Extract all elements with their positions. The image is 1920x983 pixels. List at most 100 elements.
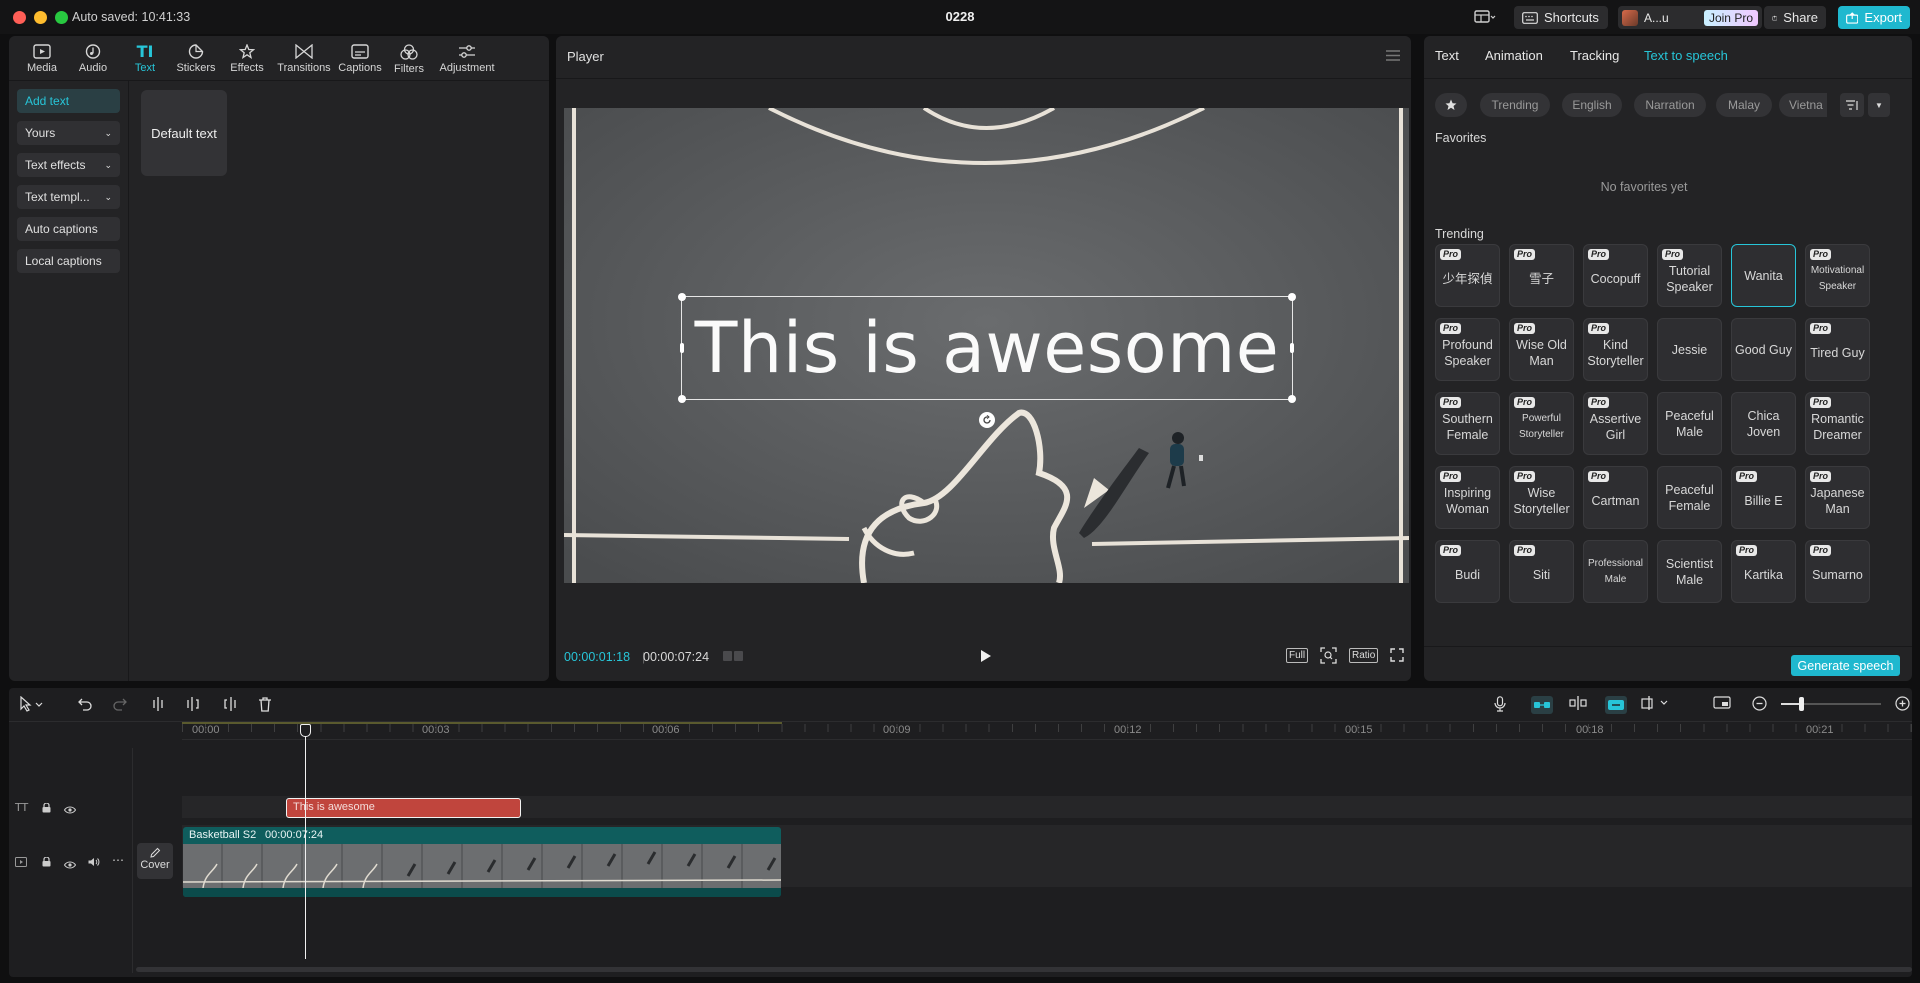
share-button[interactable]: Share [1764, 6, 1826, 29]
zoom-slider-thumb[interactable] [1799, 697, 1804, 711]
video-preview[interactable]: This is awesome [564, 108, 1409, 583]
shortcuts-button[interactable]: Shortcuts [1514, 6, 1608, 29]
text-selection-box[interactable]: This is awesome [678, 293, 1296, 403]
preview-window-icon[interactable] [1713, 696, 1731, 714]
tool-text[interactable]: TI Text [118, 44, 172, 75]
voice-card[interactable]: Scientist Male [1657, 540, 1722, 603]
voice-card[interactable]: Pro Wise Old Man [1509, 318, 1574, 381]
tool-captions[interactable]: Captions [333, 44, 387, 74]
split-left-icon[interactable] [187, 697, 201, 715]
voice-card[interactable]: Pro Cocopuff [1583, 244, 1648, 307]
filter-chip-malay[interactable]: Malay [1716, 93, 1772, 117]
sidebar-item-local-captions[interactable]: Local captions [17, 249, 120, 273]
voice-card[interactable]: Wanita [1731, 244, 1796, 307]
filter-chip-trending[interactable]: Trending [1480, 93, 1550, 117]
zoom-slider[interactable] [1781, 697, 1881, 711]
ratio-button[interactable]: Ratio [1349, 648, 1379, 663]
voice-card[interactable]: Pro Siti [1509, 540, 1574, 603]
voice-card[interactable]: Pro Inspiring Woman [1435, 466, 1500, 529]
linkage-icon[interactable] [1605, 696, 1627, 714]
filter-sort-button[interactable] [1840, 93, 1864, 117]
video-track-audio-icon[interactable] [88, 856, 100, 870]
tool-effects[interactable]: Effects [220, 44, 274, 74]
grid-icon[interactable] [723, 649, 743, 666]
redo-icon[interactable] [113, 697, 127, 715]
tool-media[interactable]: Media [15, 44, 69, 74]
sidebar-item-add-text[interactable]: Add text [17, 89, 120, 113]
playhead[interactable] [300, 724, 311, 959]
filter-chip-narration[interactable]: Narration [1634, 93, 1706, 117]
zoom-fit-icon[interactable] [1320, 647, 1337, 667]
voice-card[interactable]: Pro Sumarno [1805, 540, 1870, 603]
snap-icon[interactable] [1569, 696, 1587, 714]
resize-handle[interactable] [678, 395, 686, 403]
player-menu-icon[interactable] [1386, 50, 1400, 64]
favorites-filter-button[interactable] [1435, 93, 1467, 117]
split-icon[interactable] [151, 697, 165, 715]
resize-handle[interactable] [678, 293, 686, 301]
voice-card[interactable]: Pro Motivational Speaker [1805, 244, 1870, 307]
minimize-window-button[interactable] [34, 11, 47, 24]
video-clip[interactable]: Basketball S2 00:00:07:24 [183, 827, 781, 897]
rotate-icon[interactable] [979, 412, 995, 428]
voice-card[interactable]: Pro Cartman [1583, 466, 1648, 529]
voice-card[interactable]: Pro Billie E [1731, 466, 1796, 529]
cover-button[interactable]: Cover [137, 843, 173, 879]
voice-card[interactable]: Peaceful Male [1657, 392, 1722, 455]
zoom-out-icon[interactable] [1752, 696, 1767, 715]
voice-card[interactable]: Good Guy [1731, 318, 1796, 381]
tool-stickers[interactable]: Stickers [169, 44, 223, 74]
user-account[interactable]: A...u Join Pro [1618, 6, 1762, 29]
filter-chip-english[interactable]: English [1562, 93, 1622, 117]
voice-card[interactable]: Pro Southern Female [1435, 392, 1500, 455]
voice-card[interactable]: Pro Japanese Man [1805, 466, 1870, 529]
microphone-icon[interactable] [1494, 696, 1506, 716]
resize-handle[interactable] [1288, 293, 1296, 301]
zoom-in-icon[interactable] [1895, 696, 1910, 715]
voice-card[interactable]: Pro Powerful Storyteller [1509, 392, 1574, 455]
voice-card[interactable]: Pro Budi [1435, 540, 1500, 603]
sidebar-item-auto-captions[interactable]: Auto captions [17, 217, 120, 241]
undo-icon[interactable] [78, 697, 92, 715]
overlay-text[interactable]: This is awesome [682, 305, 1292, 391]
fullscreen-icon[interactable] [1390, 648, 1404, 665]
text-track-lock-icon[interactable] [42, 802, 51, 816]
preview-axis-icon[interactable] [1641, 696, 1669, 714]
text-track-visibility-icon[interactable] [63, 803, 77, 817]
voice-card[interactable]: Pro Wise Storyteller [1509, 466, 1574, 529]
sidebar-item-text-templates[interactable]: Text templ... ⌄ [17, 185, 120, 209]
timeline-scrollbar[interactable] [136, 967, 1912, 972]
voice-card[interactable]: Pro Kind Storyteller [1583, 318, 1648, 381]
sidebar-item-yours[interactable]: Yours ⌄ [17, 121, 120, 145]
play-button[interactable] [980, 649, 992, 666]
voice-card[interactable]: Pro Romantic Dreamer [1805, 392, 1870, 455]
playhead-handle[interactable] [300, 724, 311, 737]
tool-filters[interactable]: Filters [382, 44, 436, 75]
tab-text-to-speech[interactable]: Text to speech [1644, 48, 1728, 63]
filter-more-button[interactable]: ▼ [1868, 93, 1890, 117]
sidebar-item-text-effects[interactable]: Text effects ⌄ [17, 153, 120, 177]
split-right-icon[interactable] [222, 697, 236, 715]
voice-card[interactable]: Jessie [1657, 318, 1722, 381]
voice-card[interactable]: Chica Joven [1731, 392, 1796, 455]
video-track-more-icon[interactable]: ⋯ [112, 853, 124, 867]
resize-handle[interactable] [1288, 395, 1296, 403]
tab-animation[interactable]: Animation [1485, 48, 1543, 63]
voice-card[interactable]: Pro Tired Guy [1805, 318, 1870, 381]
filter-chip-vietnamese[interactable]: Vietna [1779, 93, 1827, 117]
delete-icon[interactable] [258, 697, 272, 716]
generate-speech-button[interactable]: Generate speech [1791, 655, 1900, 676]
export-button[interactable]: Export [1838, 6, 1910, 29]
layout-icon[interactable] [1474, 10, 1496, 27]
voice-card[interactable]: Pro Tutorial Speaker [1657, 244, 1722, 307]
voice-card[interactable]: Peaceful Female [1657, 466, 1722, 529]
video-track-visibility-icon[interactable] [63, 858, 77, 872]
voice-card[interactable]: Professional Male [1583, 540, 1648, 603]
voice-card[interactable]: Pro 少年探偵 [1435, 244, 1500, 307]
select-tool-icon[interactable] [19, 695, 45, 716]
voice-card[interactable]: Pro Kartika [1731, 540, 1796, 603]
video-track-lock-icon[interactable] [42, 856, 51, 870]
zoom-window-button[interactable] [55, 11, 68, 24]
tool-adjustment[interactable]: Adjustment [433, 44, 501, 74]
close-window-button[interactable] [13, 11, 26, 24]
